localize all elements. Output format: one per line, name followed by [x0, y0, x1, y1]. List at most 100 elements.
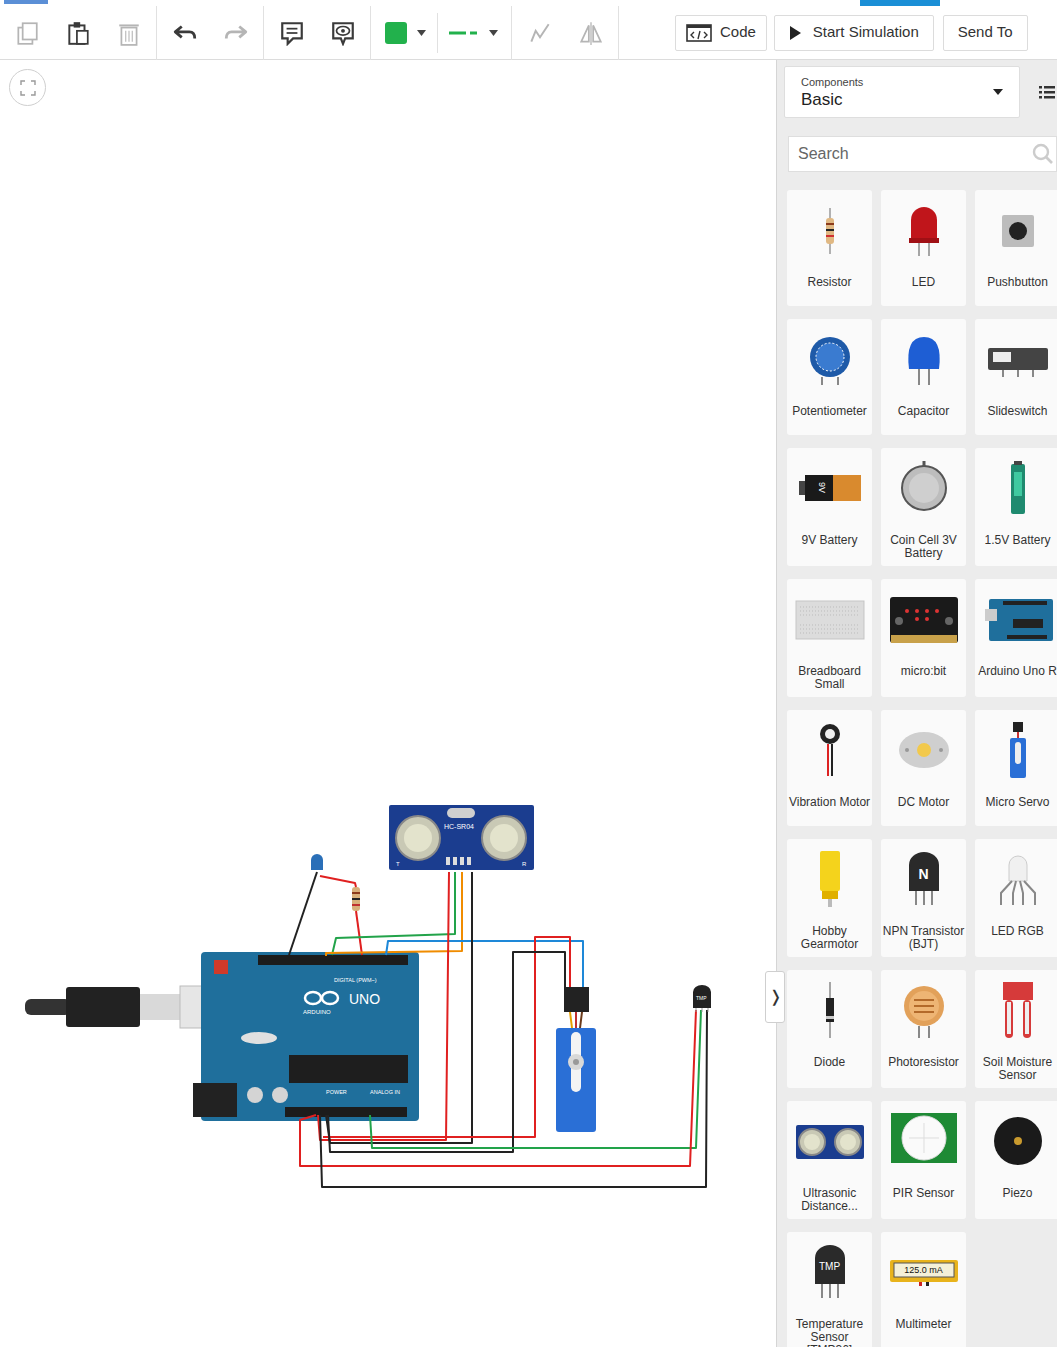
component-card[interactable]: micro:bit — [881, 579, 966, 697]
component-card[interactable]: Piezo — [975, 1101, 1057, 1219]
component-thumbnail — [983, 980, 1053, 1042]
temperature-sensor[interactable]: TMP — [693, 985, 711, 1012]
wire[interactable] — [386, 941, 583, 987]
component-icon — [795, 329, 865, 391]
component-label: Diode — [813, 1056, 846, 1069]
category-dropdown[interactable]: ComponentsBasic — [784, 66, 1020, 118]
component-card[interactable]: Vibration Motor — [787, 710, 872, 826]
component-label: Arduino Uno R — [977, 665, 1057, 678]
component-label: micro:bit — [900, 665, 947, 678]
component-card[interactable]: Potentiometer — [787, 319, 872, 435]
component-card[interactable]: Photoresistor — [881, 970, 966, 1088]
component-card[interactable]: LED — [881, 190, 966, 306]
component-card[interactable]: Soil Moisture Sensor — [975, 970, 1057, 1088]
toolbar-button[interactable] — [1, 13, 52, 53]
component-card[interactable]: Coin Cell 3V Battery — [881, 448, 966, 566]
component-card[interactable]: Resistor — [787, 190, 872, 306]
wire[interactable] — [356, 911, 362, 955]
component-label: Resistor — [806, 276, 852, 289]
wire[interactable] — [326, 872, 472, 1143]
ultrasonic-sensor[interactable]: HC-SR04TR — [389, 805, 534, 870]
wire[interactable] — [370, 1010, 701, 1148]
sensor-pin-label: T — [396, 861, 400, 867]
component-label: LED RGB — [990, 925, 1045, 938]
component-thumbnail — [795, 980, 865, 1042]
send-to-button[interactable]: Send To — [943, 15, 1028, 51]
component-card[interactable]: PIR Sensor — [881, 1101, 966, 1219]
paste-icon — [65, 20, 91, 46]
component-card[interactable]: Ultrasonic Distance... — [787, 1101, 872, 1219]
micro-servo[interactable] — [556, 987, 596, 1132]
component-label: Micro Servo — [984, 796, 1050, 809]
toolbar-button[interactable] — [266, 13, 317, 53]
color-swatch — [385, 22, 407, 44]
search-box[interactable] — [788, 136, 1057, 172]
resistor[interactable] — [352, 887, 360, 911]
circuit-diagram[interactable]: UNOARDUINODIGITAL (PWM~)POWERANALOG IN HC… — [0, 60, 776, 1347]
component-card[interactable]: Slideswitch — [975, 319, 1057, 435]
search-input[interactable] — [798, 142, 1032, 166]
code-icon — [686, 24, 712, 42]
wire[interactable] — [320, 1010, 707, 1187]
component-icon — [795, 589, 865, 651]
component-card[interactable]: 1.5V Battery — [975, 448, 1057, 566]
component-card[interactable]: NNPN Transistor (BJT) — [881, 839, 966, 957]
component-label: NPN Transistor (BJT) — [881, 925, 966, 951]
component-card[interactable]: Pushbutton — [975, 190, 1057, 306]
wire[interactable] — [318, 872, 449, 1140]
component-thumbnail — [795, 849, 865, 911]
toolbar-button[interactable] — [317, 13, 368, 53]
toolbar-button[interactable] — [159, 13, 210, 53]
toolbar-button[interactable] — [52, 13, 103, 53]
color-picker[interactable] — [373, 13, 437, 53]
board-model: UNO — [349, 991, 380, 1007]
wire[interactable] — [332, 872, 455, 955]
component-icon — [795, 1242, 865, 1304]
wire[interactable] — [323, 937, 570, 1137]
wire[interactable] — [326, 872, 462, 956]
arduino-board[interactable]: UNOARDUINODIGITAL (PWM~)POWERANALOG IN — [193, 952, 419, 1121]
component-card[interactable]: 125.0 mAMultimeter — [881, 1232, 966, 1347]
component-card[interactable]: Micro Servo — [975, 710, 1057, 826]
component-icon — [983, 849, 1053, 911]
toolbar-button[interactable] — [514, 13, 565, 53]
code-button[interactable]: Code — [675, 15, 767, 51]
toolbar-button[interactable] — [565, 13, 616, 53]
component-icon — [983, 980, 1053, 1042]
component-thumbnail — [983, 1111, 1053, 1173]
component-card[interactable]: Breadboard Small — [787, 579, 872, 697]
thumbnail-text: 125.0 mA — [895, 1265, 953, 1276]
led[interactable] — [311, 854, 323, 870]
toolbar-button[interactable] — [103, 13, 154, 53]
component-card[interactable]: DC Motor — [881, 710, 966, 826]
fit-view-button[interactable] — [9, 69, 46, 106]
collapse-panel-button[interactable]: ❭ — [765, 971, 785, 1023]
component-card[interactable]: Hobby Gearmotor — [787, 839, 872, 957]
wire[interactable] — [300, 1010, 696, 1166]
list-view-button[interactable] — [1039, 84, 1055, 100]
component-card[interactable]: Diode — [787, 970, 872, 1088]
component-icon — [795, 458, 865, 520]
button-label: Code — [720, 21, 756, 44]
line-style-picker[interactable] — [437, 13, 509, 53]
component-icon — [795, 849, 865, 911]
toolbar-button[interactable] — [210, 13, 261, 53]
wire[interactable] — [320, 876, 356, 887]
component-card[interactable]: 9V9V Battery — [787, 448, 872, 566]
start-simulation-button[interactable]: Start Simulation — [774, 15, 934, 51]
component-thumbnail — [795, 329, 865, 391]
component-card[interactable]: Arduino Uno R — [975, 579, 1057, 697]
play-icon — [789, 26, 801, 40]
component-thumbnail — [795, 589, 865, 651]
wire[interactable] — [289, 872, 317, 955]
component-card[interactable]: LED RGB — [975, 839, 1057, 957]
button-label: Send To — [958, 21, 1013, 44]
component-card[interactable]: TMPTemperature Sensor [TMP36] — [787, 1232, 872, 1347]
canvas[interactable]: UNOARDUINODIGITAL (PWM~)POWERANALOG IN HC… — [0, 60, 776, 1347]
component-card[interactable]: Capacitor — [881, 319, 966, 435]
component-icon — [889, 458, 959, 520]
component-label: Ultrasonic Distance... — [787, 1187, 872, 1213]
analog-label: ANALOG IN — [370, 1089, 400, 1095]
wire[interactable] — [328, 952, 565, 1152]
thumbnail-text: 9V — [815, 482, 826, 494]
